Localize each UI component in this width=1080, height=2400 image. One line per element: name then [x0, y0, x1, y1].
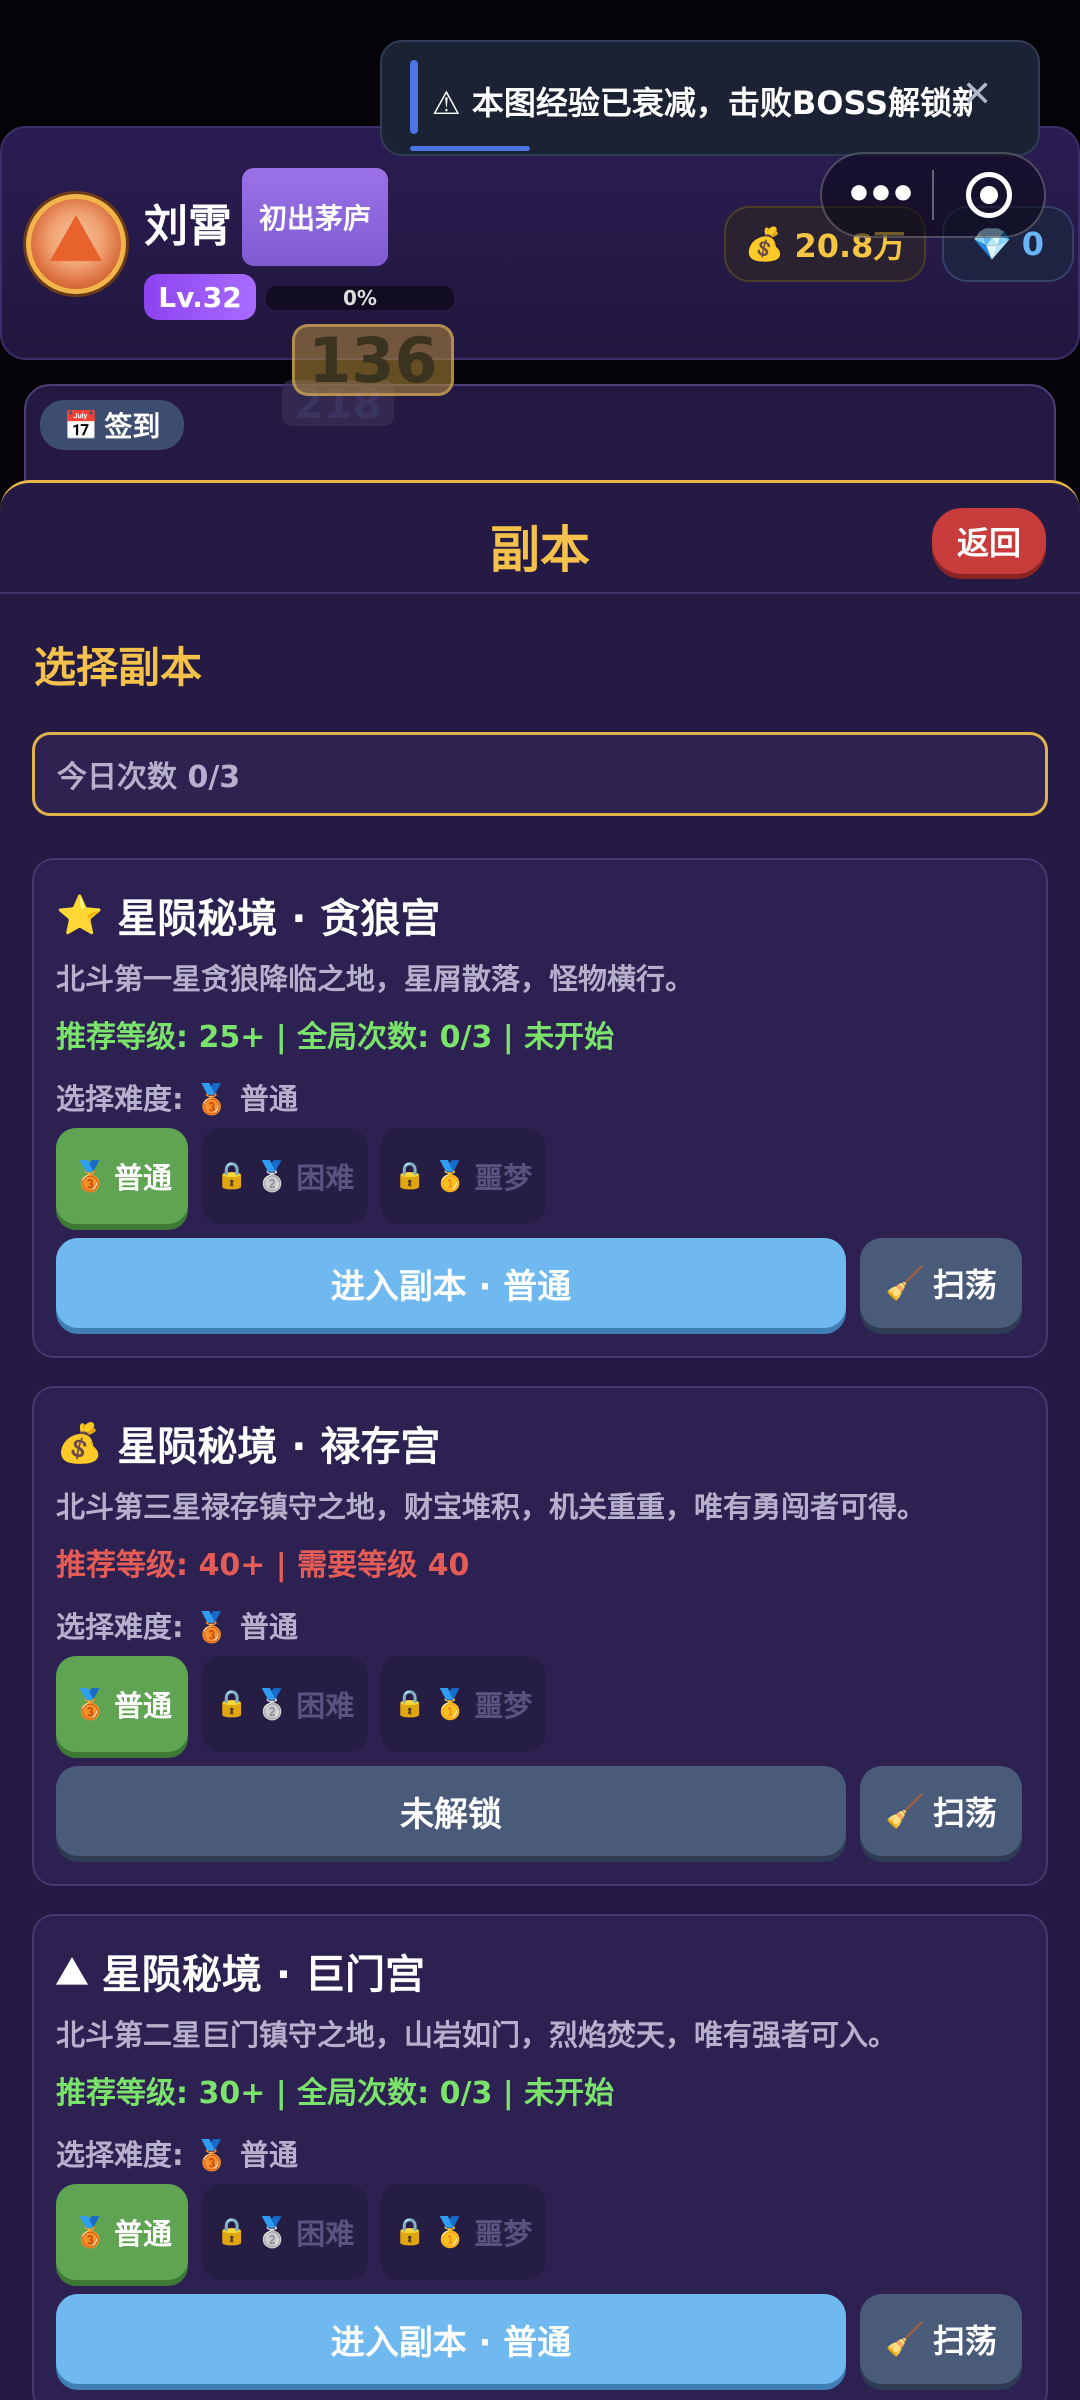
money-bag-icon: 💰	[56, 1420, 104, 1465]
difficulty-nightmare-button[interactable]: 🔒 🥇 噩梦	[380, 1656, 546, 1752]
difficulty-normal-button[interactable]: 🥉 普通	[56, 2184, 188, 2280]
lock-icon: 🔒	[393, 2217, 427, 2247]
toast-progress-bar	[410, 146, 530, 151]
lock-icon: 🔒	[393, 1689, 427, 1719]
floating-damage-number: 136	[292, 324, 454, 397]
toast-accent-bar	[410, 60, 418, 134]
bronze-medal-icon: 🥉	[193, 1082, 230, 1116]
toast-message-text: 本图经验已衰减，击败BOSS解锁新地图	[471, 84, 972, 122]
bronze-medal-icon: 🥉	[193, 2138, 230, 2172]
signin-button[interactable]: 📅 签到	[40, 400, 184, 450]
broom-icon: 🧹	[885, 1264, 925, 1302]
toast-message: ⚠ 本图经验已衰减，击败BOSS解锁新地图	[432, 78, 972, 124]
close-target-icon[interactable]	[966, 172, 1012, 218]
section-title: 选择副本	[34, 643, 203, 692]
dungeon-description: 北斗第三星禄存镇守之地，财宝堆积，机关重重，唯有勇闯者可得。	[56, 1490, 927, 1524]
close-icon[interactable]: ✕	[962, 74, 992, 115]
calendar-icon: 📅	[63, 408, 99, 442]
difficulty-nightmare-button[interactable]: 🔒 🥇 噩梦	[380, 1128, 546, 1224]
gold-medal-icon: 🥇	[432, 1158, 469, 1193]
daily-count-box: 今日次数 0/3	[32, 732, 1048, 816]
lock-icon: 🔒	[215, 1161, 249, 1191]
difficulty-label: 选择难度: 🥉 普通	[56, 1082, 298, 1116]
money-bag-icon: 💰	[744, 225, 785, 263]
exp-percent-text: 0%	[343, 286, 377, 310]
difficulty-hard-button[interactable]: 🔒 🥈 困难	[202, 1128, 368, 1224]
sweep-button[interactable]: 🧹 扫荡	[860, 2294, 1022, 2384]
lock-icon: 🔒	[393, 1161, 427, 1191]
exp-progress-bar: 0%	[266, 286, 454, 310]
dungeon-name: 星陨秘境 · 禄存宫	[117, 1424, 441, 1470]
star-icon: ⭐	[56, 892, 104, 937]
mountain-icon: ⛰	[56, 1948, 88, 1993]
player-avatar[interactable]	[26, 194, 126, 294]
enter-dungeon-button[interactable]: 进入副本 · 普通	[56, 1238, 846, 1328]
locked-dungeon-button[interactable]: 未解锁	[56, 1766, 846, 1856]
difficulty-nightmare-button[interactable]: 🔒 🥇 噩梦	[380, 2184, 546, 2280]
dungeon-title: 💰 星陨秘境 · 禄存宫	[56, 1414, 440, 1472]
difficulty-label: 选择难度: 🥉 普通	[56, 1610, 298, 1644]
capsule-divider	[932, 170, 934, 220]
dungeon-title: ⛰ 星陨秘境 · 巨门宫	[56, 1942, 425, 2000]
difficulty-label: 选择难度: 🥉 普通	[56, 2138, 298, 2172]
dungeon-title: ⭐ 星陨秘境 · 贪狼宫	[56, 886, 440, 944]
broom-icon: 🧹	[885, 2320, 925, 2358]
lock-icon: 🔒	[215, 2217, 249, 2247]
difficulty-hard-button[interactable]: 🔒 🥈 困难	[202, 1656, 368, 1752]
silver-medal-icon: 🥈	[254, 1158, 291, 1193]
difficulty-normal-button[interactable]: 🥉 普通	[56, 1128, 188, 1224]
bronze-medal-icon: 🥉	[71, 2214, 109, 2249]
player-title-badge: 初出茅庐	[242, 168, 388, 266]
dungeon-description: 北斗第一星贪狼降临之地，星屑散落，怪物横行。	[56, 962, 695, 996]
bronze-medal-icon: 🥉	[71, 1686, 109, 1721]
warning-icon: ⚠	[432, 84, 461, 122]
back-button[interactable]: 返回	[932, 508, 1046, 574]
broom-icon: 🧹	[885, 1792, 925, 1830]
bronze-medal-icon: 🥉	[193, 1610, 230, 1644]
wizard-hat-icon	[50, 215, 102, 261]
sweep-button[interactable]: 🧹 扫荡	[860, 1238, 1022, 1328]
gold-medal-icon: 🥇	[432, 1686, 469, 1721]
enter-dungeon-button[interactable]: 进入副本 · 普通	[56, 2294, 846, 2384]
silver-medal-icon: 🥈	[254, 1686, 291, 1721]
signin-label: 签到	[104, 410, 161, 443]
silver-medal-icon: 🥈	[254, 2214, 291, 2249]
dungeon-recommend: 推荐等级: 40+ | 需要等级 40	[56, 1548, 470, 1583]
panel-title: 副本	[490, 521, 590, 579]
bronze-medal-icon: 🥉	[71, 1158, 109, 1193]
dungeon-name: 星陨秘境 · 贪狼宫	[117, 896, 441, 942]
dungeon-recommend: 推荐等级: 25+ | 全局次数: 0/3 | 未开始	[56, 1020, 615, 1055]
dungeon-name: 星陨秘境 · 巨门宫	[101, 1952, 425, 1998]
more-dots-icon[interactable]: •••	[845, 169, 917, 220]
sweep-button[interactable]: 🧹 扫荡	[860, 1766, 1022, 1856]
difficulty-normal-button[interactable]: 🥉 普通	[56, 1656, 188, 1752]
player-name: 刘霄	[144, 201, 232, 252]
lock-icon: 🔒	[215, 1689, 249, 1719]
gold-medal-icon: 🥇	[432, 2214, 469, 2249]
dungeon-recommend: 推荐等级: 30+ | 全局次数: 0/3 | 未开始	[56, 2076, 615, 2111]
level-badge: Lv.32	[144, 274, 256, 320]
difficulty-hard-button[interactable]: 🔒 🥈 困难	[202, 2184, 368, 2280]
dungeon-description: 北斗第二星巨门镇守之地，山岩如门，烈焰焚天，唯有强者可入。	[56, 2018, 898, 2052]
